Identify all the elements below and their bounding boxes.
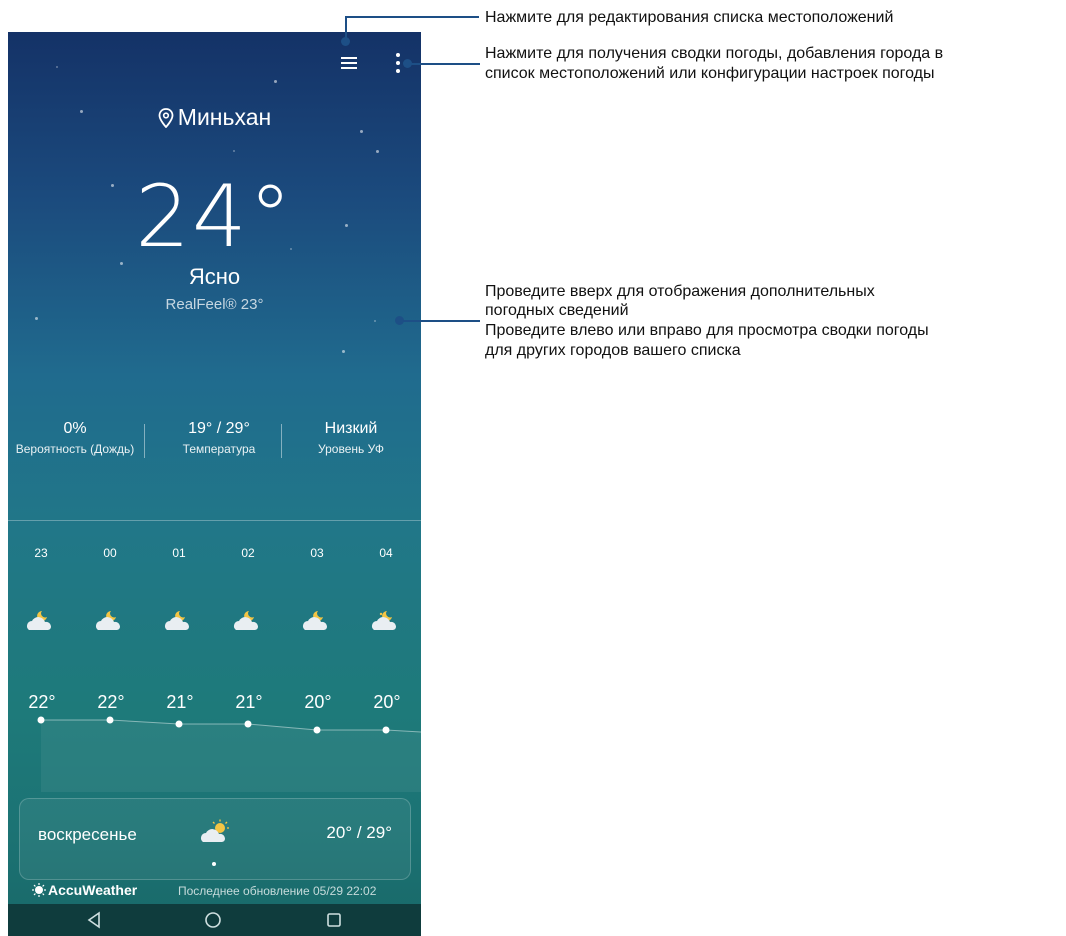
location-pin-icon (158, 108, 174, 129)
annotation-swipe-line3: Проведите влево или вправо для просмотра… (485, 322, 929, 339)
realfeel-temperature: RealFeel® 23° (165, 296, 264, 313)
last-updated-text: Последнее обновление 05/29 22:02 (178, 884, 377, 898)
partly-cloudy-night-icon (27, 611, 52, 630)
accuweather-sun-icon (32, 883, 46, 897)
annotation-swipe-line2: погодных сведений (485, 302, 629, 319)
partly-cloudy-night-icon (234, 611, 259, 630)
system-navigation-bar (8, 904, 421, 936)
hourly-temperature-graph (37, 716, 421, 792)
current-condition: Ясно (188, 264, 241, 289)
partly-cloudy-night-icon (372, 611, 397, 630)
hour-label: 02 (241, 546, 255, 560)
annotation-swipe-line1: Проведите вверх для отображения дополнит… (485, 283, 875, 300)
daily-forecast-card[interactable]: воскресенье 20° / 29° (19, 798, 411, 880)
star (374, 320, 376, 322)
location-list-button[interactable] (338, 54, 360, 72)
partly-cloudy-night-icon (303, 611, 328, 630)
graph-point (382, 726, 390, 734)
annotation-swipe-line4: для других городов вашего списка (485, 342, 741, 359)
rain-probability: 0% Вероятность (Дождь) (15, 420, 135, 456)
page-indicator (212, 862, 216, 866)
location-name: Миньхан (177, 104, 272, 130)
callout-line (400, 320, 480, 322)
partly-cloudy-night-icon (165, 611, 190, 630)
day-temperature-range: 20° / 29° (326, 823, 392, 842)
accuweather-logo[interactable]: AccuWeather (32, 882, 137, 898)
partly-sunny-icon (201, 819, 229, 842)
location-title: Миньхан (8, 104, 421, 131)
section-divider (8, 520, 421, 521)
partly-cloudy-night-icon (96, 611, 121, 630)
graph-point (175, 720, 183, 728)
star (35, 317, 38, 320)
graph-point (244, 720, 252, 728)
callout-dot (341, 37, 350, 46)
callout-line (406, 63, 480, 65)
home-icon[interactable] (204, 911, 222, 929)
star (233, 150, 235, 152)
hour-label: 23 (34, 546, 48, 560)
hour-label: 00 (103, 546, 117, 560)
current-temperature: 24° (135, 167, 294, 267)
hour-label: 04 (379, 546, 393, 560)
graph-point (37, 716, 45, 724)
recent-apps-icon[interactable] (326, 911, 342, 929)
annotation-menu-line2: список местоположений или конфигурации н… (485, 65, 935, 82)
graph-point (106, 716, 114, 724)
star (274, 80, 277, 83)
uv-index: Низкий Уровень УФ (318, 420, 384, 456)
callout-dot (395, 316, 404, 325)
star (342, 350, 345, 353)
callout-line (345, 16, 479, 18)
star (376, 150, 379, 153)
weather-app-screen[interactable]: Миньхан 24° Ясно RealFeel® 23° 0% Вероят… (8, 32, 421, 936)
divider (144, 424, 145, 458)
star (56, 66, 58, 68)
graph-point (313, 726, 321, 734)
annotation-menu-line1: Нажмите для получения сводки погоды, доб… (485, 45, 944, 62)
temperature-range: 19° / 29° Температура (182, 420, 256, 456)
annotation-edit-list: Нажмите для редактирования списка местоп… (485, 9, 894, 26)
day-name: воскресенье (38, 825, 137, 844)
callout-dot (403, 59, 412, 68)
hour-label: 03 (310, 546, 324, 560)
hour-label: 01 (172, 546, 186, 560)
back-icon[interactable] (86, 911, 102, 929)
